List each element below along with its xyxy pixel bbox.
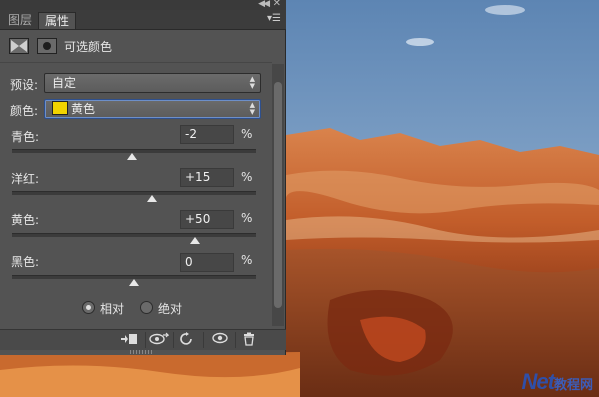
yellow-input[interactable]: +50	[180, 210, 234, 229]
collapse-panel-icon[interactable]: ◀◀	[258, 0, 270, 9]
view-previous-state-icon[interactable]	[148, 332, 170, 348]
yellow-unit: %	[241, 211, 253, 225]
dropdown-arrows-icon: ▲ ▼	[249, 101, 255, 116]
yellow-slider-thumb[interactable]	[190, 237, 200, 244]
cyan-label: 青色:	[11, 130, 40, 144]
magenta-unit: %	[241, 170, 253, 184]
yellow-label: 黄色:	[11, 213, 40, 227]
toolbar-divider	[235, 332, 236, 348]
relative-radio[interactable]	[82, 301, 95, 314]
cyan-slider-thumb[interactable]	[126, 153, 137, 160]
reset-icon[interactable]	[176, 332, 198, 348]
cyan-input[interactable]: -2	[180, 125, 234, 144]
preset-label: 预设:	[10, 78, 39, 92]
close-panel-icon[interactable]: ✕	[273, 0, 281, 9]
preset-value: 自定	[52, 76, 77, 90]
toolbar-divider	[203, 332, 204, 348]
scrollbar-thumb[interactable]	[274, 82, 282, 308]
colors-label: 颜色:	[10, 104, 39, 118]
adjustment-title: 可选颜色	[64, 40, 113, 54]
cyan-unit: %	[241, 127, 253, 141]
black-slider-thumb[interactable]	[129, 279, 139, 286]
absolute-label[interactable]: 绝对	[158, 300, 182, 317]
trash-icon[interactable]	[238, 332, 260, 348]
panel-scrollbar[interactable]	[272, 64, 284, 326]
black-input[interactable]: 0	[180, 253, 234, 272]
panel-menu-icon[interactable]: ▾☰	[267, 13, 281, 24]
colors-dropdown[interactable]: 黄色 ▲ ▼	[44, 99, 261, 119]
color-swatch	[52, 101, 68, 115]
preset-dropdown[interactable]: 自定 ▲ ▼	[44, 73, 261, 93]
panel-resize-grip[interactable]	[130, 350, 152, 354]
watermark-logo: Net教程网	[521, 369, 593, 394]
yellow-slider-track[interactable]	[12, 233, 256, 237]
adjustment-header: 可选颜色	[0, 30, 272, 63]
magenta-slider-track[interactable]	[12, 191, 256, 195]
black-unit: %	[241, 253, 253, 267]
black-label: 黑色:	[11, 255, 40, 269]
panel-bottom-toolbar	[0, 329, 286, 350]
colors-value: 黄色	[71, 102, 96, 116]
toolbar-divider	[173, 332, 174, 348]
magenta-slider-thumb[interactable]	[147, 195, 158, 202]
magenta-input[interactable]: +15	[180, 168, 234, 187]
visibility-eye-icon[interactable]	[209, 332, 231, 348]
absolute-radio[interactable]	[140, 301, 153, 314]
tab-properties[interactable]: 属性	[38, 12, 77, 29]
selective-color-icon[interactable]	[9, 38, 29, 54]
tab-layers[interactable]: 图层	[2, 12, 38, 29]
layer-mask-icon[interactable]	[37, 38, 57, 54]
dropdown-arrows-icon: ▲ ▼	[249, 75, 255, 90]
magenta-label: 洋红:	[11, 172, 40, 186]
relative-label[interactable]: 相对	[100, 300, 124, 317]
properties-panel: ◀◀ ✕ 图层 属性 ▾☰ 可选颜色 预设: 自定 ▲ ▼ 颜色: 黄色 ▲ ▼ 青…	[0, 0, 286, 355]
panel-title-strip: ◀◀ ✕	[0, 0, 286, 10]
clip-to-layer-icon[interactable]	[118, 332, 140, 348]
tab-bar: 图层 属性 ▾☰	[0, 10, 286, 30]
toolbar-divider	[145, 332, 146, 348]
